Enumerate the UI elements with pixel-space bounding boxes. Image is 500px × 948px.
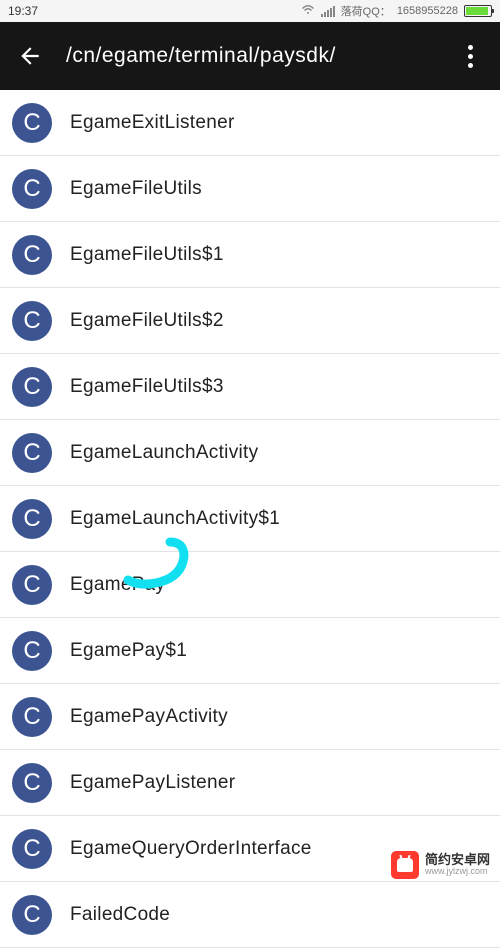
list-item[interactable]: C EgamePay — [0, 552, 500, 618]
list-item[interactable]: C EgamePayActivity — [0, 684, 500, 750]
wifi-icon — [301, 4, 315, 18]
class-badge-icon: C — [12, 301, 52, 341]
class-name-label: EgamePayActivity — [70, 706, 228, 728]
watermark: 简约安卓网 www.jylzwj.com — [391, 851, 490, 879]
class-badge-icon: C — [12, 169, 52, 209]
watermark-url: www.jylzwj.com — [425, 867, 490, 877]
status-qq-label: 落荷QQ： — [341, 3, 391, 19]
status-qq-number: 1658955228 — [397, 5, 458, 17]
class-name-label: EgameFileUtils$3 — [70, 376, 224, 398]
list-item[interactable]: C EgamePayListener — [0, 750, 500, 816]
class-name-label: EgameFileUtils$2 — [70, 310, 224, 332]
class-name-label: EgameFileUtils — [70, 178, 202, 200]
watermark-icon — [391, 851, 419, 879]
class-badge-icon: C — [12, 433, 52, 473]
app-bar: /cn/egame/terminal/paysdk/ — [0, 22, 500, 90]
list-item[interactable]: C EgameExitListener — [0, 90, 500, 156]
list-item[interactable]: C EgameFileUtils$1 — [0, 222, 500, 288]
overflow-menu-button[interactable] — [452, 38, 488, 74]
watermark-title: 简约安卓网 — [425, 853, 490, 867]
class-name-label: EgamePay — [70, 574, 165, 596]
class-badge-icon: C — [12, 565, 52, 605]
path-title: /cn/egame/terminal/paysdk/ — [66, 44, 452, 68]
class-badge-icon: C — [12, 235, 52, 275]
class-name-label: FailedCode — [70, 904, 170, 926]
class-name-label: EgameExitListener — [70, 112, 235, 134]
class-badge-icon: C — [12, 367, 52, 407]
status-bar: 19:37 落荷QQ： 1658955228 — [0, 0, 500, 22]
class-name-label: EgameLaunchActivity — [70, 442, 258, 464]
class-name-label: EgamePay$1 — [70, 640, 187, 662]
list-item[interactable]: C EgameFileUtils$3 — [0, 354, 500, 420]
class-name-label: EgameFileUtils$1 — [70, 244, 224, 266]
class-badge-icon: C — [12, 829, 52, 869]
arrow-back-icon — [17, 43, 43, 69]
class-badge-icon: C — [12, 631, 52, 671]
class-list: C EgameExitListener C EgameFileUtils C EgameF… — [0, 90, 500, 948]
list-item[interactable]: C EgamePay$1 — [0, 618, 500, 684]
class-name-label: EgameQueryOrderInterface — [70, 838, 312, 860]
more-vert-icon — [468, 45, 473, 68]
list-item[interactable]: C FailedCode — [0, 882, 500, 948]
class-badge-icon: C — [12, 895, 52, 935]
class-badge-icon: C — [12, 499, 52, 539]
class-name-label: EgameLaunchActivity$1 — [70, 508, 280, 530]
battery-icon — [464, 5, 492, 17]
status-time: 19:37 — [8, 4, 38, 18]
class-badge-icon: C — [12, 763, 52, 803]
class-badge-icon: C — [12, 697, 52, 737]
list-item[interactable]: C EgameLaunchActivity$1 — [0, 486, 500, 552]
back-button[interactable] — [12, 38, 48, 74]
list-item[interactable]: C EgameFileUtils — [0, 156, 500, 222]
class-name-label: EgamePayListener — [70, 772, 235, 794]
class-badge-icon: C — [12, 103, 52, 143]
list-item[interactable]: C EgameLaunchActivity — [0, 420, 500, 486]
list-item[interactable]: C EgameFileUtils$2 — [0, 288, 500, 354]
signal-icon — [321, 6, 335, 17]
